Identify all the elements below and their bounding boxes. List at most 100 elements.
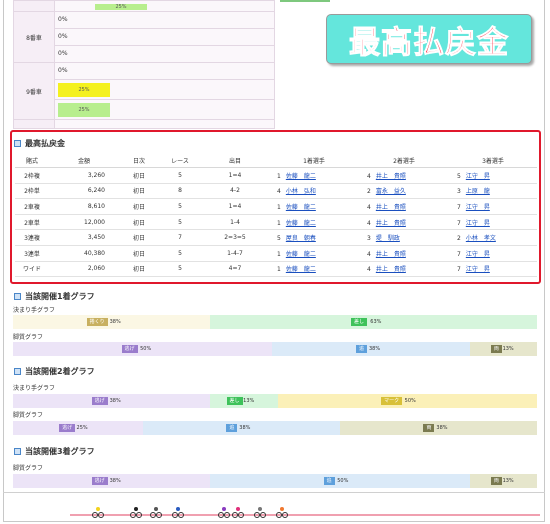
racer-cell-3: 7 江守 昇 [449,198,537,215]
pct-box-yellow: 25% [58,83,110,97]
square-bullet-icon [14,293,21,300]
graph-segment: 追 38% [142,421,340,435]
max-payout-banner: 最高払戻金 [326,14,532,64]
racer-number: 1 [277,172,281,180]
cyclist-icon [218,507,230,518]
graph-segment: 差し 13% [210,394,278,408]
racer-link[interactable]: 佐藤 龍二 [286,266,316,273]
graph-segment: 逃げ 38% [13,394,211,408]
cyclist-icon [92,507,104,518]
pct-box-green: 25% [58,103,110,117]
racer-number: 4 [277,188,281,196]
payout-row: 2車複 8,610 初日 5 1=4 1 佐藤 龍二 4 井上 貴照 7 江守 昇 [15,198,537,215]
payout-amount: 12,000 [49,214,119,231]
segment-percent: 25% [76,425,88,431]
bet-type: 3連複 [15,229,49,246]
racer-link[interactable]: 佐藤 龍二 [286,251,316,258]
vehicle-label-9: 9番車 [13,62,55,120]
segment-percent: 38% [436,425,448,431]
racer-link[interactable]: 井上 貴照 [376,173,406,180]
race-number: 5 [159,261,201,278]
day: 初日 [119,167,159,184]
racer-link[interactable]: 屋良 朝春 [286,235,316,242]
race-number: 7 [159,229,201,246]
race-number: 5 [159,198,201,215]
col-header: レース [159,154,201,168]
payout-amount: 3,450 [49,229,119,246]
racer-link[interactable]: 江守 昇 [466,251,490,258]
pct-value: 0% [58,16,68,23]
graph1-title: 当該開催1着グラフ [25,292,95,301]
segment-percent: 50% [404,398,416,404]
racer-number: 2 [457,235,461,243]
payout-amount: 3,260 [49,167,119,184]
graph-segment: 両 38% [339,421,537,435]
graph3-title: 当該開催3着グラフ [25,447,95,456]
racer-cell-3: 7 江守 昇 [449,214,537,231]
square-bullet-icon [14,140,21,147]
racer-number: 7 [457,203,461,211]
segment-label: 両 [490,477,502,485]
racer-number: 4 [367,219,371,227]
racer-link[interactable]: 小林 孝文 [466,235,496,242]
segment-label: 逃げ [91,477,108,485]
graph3-kyakushitsu-label: 脚質グラフ [13,465,44,472]
result-combination: 2=3=5 [201,229,269,246]
racer-link[interactable]: 堤 馴政 [376,235,400,242]
vehicle-label-8: 8番車 [13,11,55,63]
graph2-heading: 当該開催2着グラフ [14,366,95,377]
segment-label: 逃げ [91,397,108,405]
result-combination: 4=7 [201,261,269,278]
racer-cell-1: 1 佐藤 龍二 [269,198,359,215]
graph1-kimarite-label: 決まり手グラフ [13,307,56,314]
racer-link[interactable]: 江守 昇 [466,204,490,211]
bet-type: 2枠複 [15,167,49,184]
racer-link[interactable]: 佐藤 龍二 [286,173,316,180]
square-bullet-icon [14,448,21,455]
graph3-heading: 当該開催3着グラフ [14,446,95,457]
result-combination: 1-4 [201,214,269,231]
racer-number: 7 [457,266,461,274]
cyclist-icon [130,507,142,518]
racer-link[interactable]: 江守 昇 [466,173,490,180]
graph1-kyakushitsu-label: 脚質グラフ [13,334,44,341]
pct-value: 0% [58,67,68,74]
graph-segment: 両 13% [469,342,537,356]
racer-link[interactable]: 井上 貴照 [376,220,406,227]
racer-link[interactable]: 江守 昇 [466,266,490,273]
payout-amount: 8,610 [49,198,119,215]
racer-link[interactable]: 井上 貴照 [376,204,406,211]
col-header: 1着選手 [269,154,359,168]
segment-label: 追 [226,424,238,432]
racer-number: 1 [277,266,281,274]
col-header: 2着選手 [359,154,449,168]
racer-link[interactable]: 江守 昇 [466,220,490,227]
racer-link[interactable]: 上原 龍 [466,188,490,195]
racer-cell-3: 7 江守 昇 [449,261,537,278]
payout-header-row: 賭式 金額 日次 レース 出目 1着選手 2着選手 3着選手 [15,154,537,168]
segment-percent: 63% [370,319,382,325]
vehicle-stats-table: 25% 8番車 0% 0% 0% 9番車 0% 25% 25% [13,0,275,129]
racer-link[interactable]: 井上 貴照 [376,251,406,258]
payout-section-heading: 最高払戻金 [14,138,65,149]
segment-label: 差し [351,318,368,326]
racer-link[interactable]: 佐藤 龍二 [286,204,316,211]
pct-value: 0% [58,50,68,57]
racer-number: 1 [277,203,281,211]
racer-cell-2: 4 井上 貴照 [359,167,449,184]
racer-link[interactable]: 富永 益久 [376,188,406,195]
racer-cell-3: 3 上原 龍 [449,183,537,200]
graph1-kyakushitsu-bar: 逃げ 50% 追 38% 両 13% [13,342,537,356]
racer-link[interactable]: 井上 貴照 [376,266,406,273]
race-number: 5 [159,214,201,231]
racer-number: 3 [457,188,461,196]
racer-link[interactable]: 小林 弘和 [286,188,316,195]
col-header: 3着選手 [449,154,537,168]
graph2-title: 当該開催2着グラフ [25,367,95,376]
racer-link[interactable]: 佐藤 龍二 [286,220,316,227]
graph-segment: マーク 50% [277,394,537,408]
segment-percent: 50% [140,346,152,352]
segment-label: 追 [356,345,368,353]
race-number: 8 [159,183,201,200]
racer-number: 2 [367,188,371,196]
